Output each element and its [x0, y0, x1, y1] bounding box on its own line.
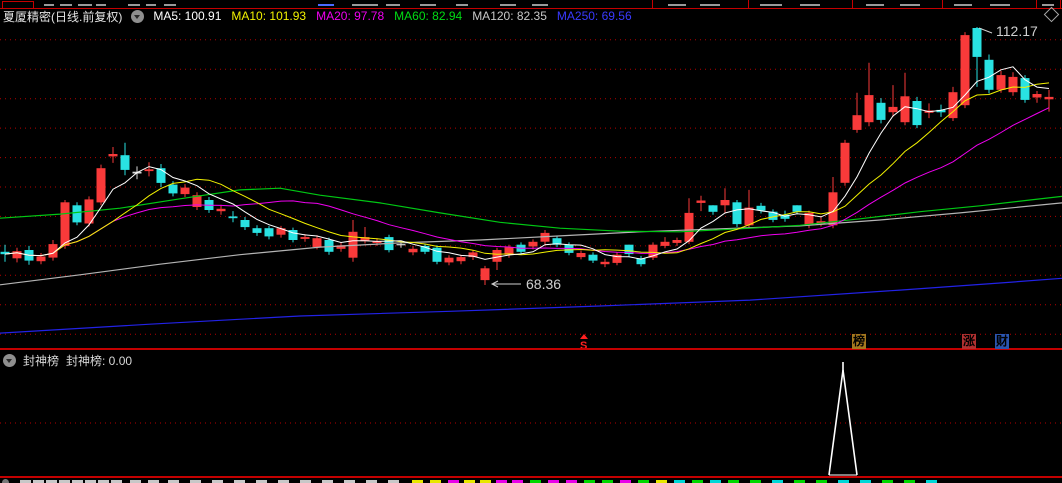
candle-body: [144, 169, 154, 172]
chart-header: 夏厦精密(日线.前复权) MA5: 100.91 MA10: 101.93 MA20…: [3, 9, 632, 24]
candle-body: [252, 228, 262, 233]
candle-body: [240, 220, 250, 228]
candle-body: [792, 205, 802, 212]
candle-body: [528, 241, 538, 247]
ma-values-row: MA5: 100.91 MA10: 101.93 MA20: 97.78 MA60: …: [153, 9, 631, 23]
candle-body: [744, 207, 754, 226]
candle-body: [1008, 76, 1018, 93]
indicator-chart[interactable]: [0, 350, 1062, 476]
candle-body: [672, 240, 682, 243]
indicator-name: 封神榜: [23, 353, 60, 368]
candle-body: [396, 244, 406, 246]
indicator-value: 封神榜: 0.00: [66, 353, 133, 368]
candle-body: [588, 254, 598, 261]
info-badge-涨[interactable]: 涨: [962, 334, 976, 349]
candle-body: [456, 257, 466, 262]
candle-body: [72, 205, 82, 223]
candle-body: [720, 200, 730, 206]
candle-body: [216, 208, 226, 212]
candle-body: [120, 155, 130, 170]
candle-body: [60, 202, 70, 246]
ma-value-1: MA10: 101.93: [231, 9, 307, 23]
candle-body: [312, 238, 322, 247]
candle-body: [264, 228, 274, 237]
candle-body: [972, 28, 982, 57]
chevron-down-icon[interactable]: [131, 9, 145, 23]
candle-body: [852, 115, 862, 130]
candle-body: [156, 168, 166, 183]
candle-body: [168, 184, 178, 194]
candle-body: [876, 102, 886, 120]
candle-body: [576, 253, 586, 258]
candle-body: [732, 202, 742, 225]
symbol-title: 夏厦精密(日线.前复权): [3, 9, 123, 24]
candle-body: [444, 257, 454, 263]
stock-app-screen: 112.17 68.36 S 夏厦精密(日线.前复权) MA5: 100.91 MA1…: [0, 0, 1062, 483]
candle-body: [108, 154, 118, 157]
ma-value-5: MA250: 69.56: [556, 9, 632, 23]
candle-body: [600, 261, 610, 265]
ma-value-0: MA5: 100.91: [153, 9, 222, 23]
ma-line-ma5: [4, 66, 1050, 260]
candle-body: [708, 205, 718, 212]
candle-body: [96, 168, 106, 203]
ma-value-2: MA20: 97.78: [316, 9, 385, 23]
candle-body: [1032, 94, 1042, 98]
candle-body: [696, 200, 706, 203]
cutoff-chevron-icon: [2, 479, 9, 483]
candle-body: [180, 187, 190, 195]
candle-body: [276, 228, 286, 235]
indicator-chevron-down-icon[interactable]: [3, 353, 16, 367]
candle-body: [660, 241, 670, 246]
candle-body: [408, 248, 418, 253]
candle-body: [1044, 96, 1054, 100]
low-price-label: 68.36: [526, 276, 561, 292]
high-price-label: 112.17: [996, 23, 1038, 39]
candle-body: [996, 75, 1006, 90]
candle-body: [480, 268, 490, 281]
ma-line-ma60: [0, 187, 1062, 233]
candle-body: [840, 142, 850, 183]
signal-triangle-icon: [580, 334, 588, 339]
candle-body: [228, 216, 238, 219]
candle-body: [300, 237, 310, 239]
next-panel-cutoff: [0, 478, 1062, 483]
candle-body: [888, 106, 898, 113]
main-price-chart[interactable]: 112.1768.36S: [0, 0, 1062, 350]
ma-value-3: MA60: 82.94: [394, 9, 463, 23]
info-badge-榜[interactable]: 榜: [852, 334, 866, 349]
info-badge-财[interactable]: 财: [995, 334, 1009, 349]
candle-body: [864, 95, 874, 123]
candle-body: [912, 101, 922, 126]
indicator-header: 封神榜 封神榜: 0.00: [3, 353, 133, 368]
candle-body: [36, 256, 46, 262]
indicator-spike: [828, 369, 858, 476]
candle-body: [828, 192, 838, 226]
candle-body: [492, 250, 502, 262]
ma-value-4: MA120: 82.35: [472, 9, 547, 23]
